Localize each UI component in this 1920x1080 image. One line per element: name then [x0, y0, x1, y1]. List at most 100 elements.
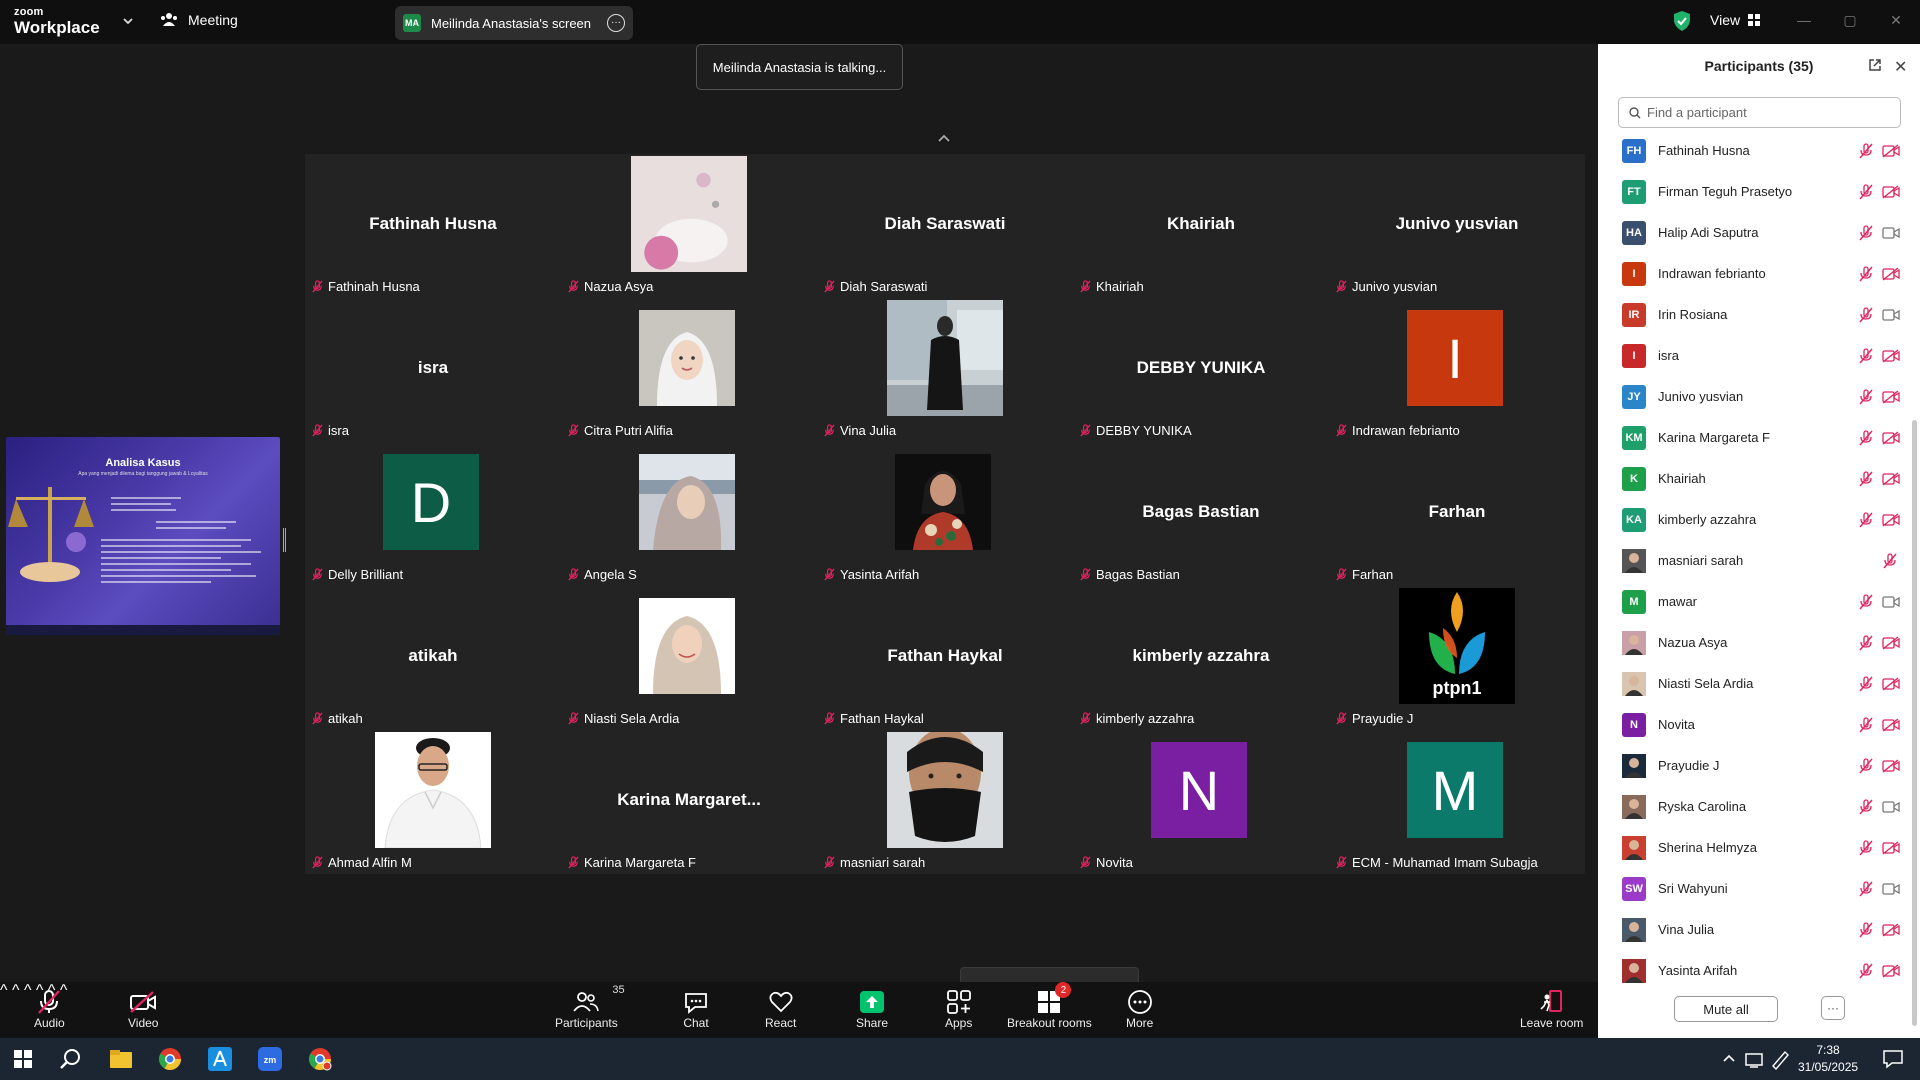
camera-icon[interactable]	[1882, 595, 1900, 609]
popout-icon[interactable]	[1868, 58, 1882, 72]
mic-muted-icon[interactable]	[1858, 798, 1874, 815]
camera-off-icon[interactable]	[1882, 389, 1900, 404]
mic-muted-icon[interactable]	[1858, 265, 1874, 282]
network-icon[interactable]	[1741, 1046, 1767, 1072]
mic-muted-icon[interactable]	[1858, 921, 1874, 938]
participant-row[interactable]: Nazua Asya	[1598, 622, 1912, 663]
participant-tile[interactable]: Junivo yusvian Junivo yusvian	[1329, 154, 1585, 298]
participant-tile[interactable]: Nazua Asya	[561, 154, 817, 298]
participant-tile[interactable]: Karina Margaret... Karina Margareta F	[561, 730, 817, 874]
apps-button[interactable]: Apps	[945, 988, 972, 1030]
participant-row[interactable]: Niasti Sela Ardia	[1598, 663, 1912, 704]
screen-share-indicator[interactable]: MA Meilinda Anastasia's screen ···	[395, 6, 633, 40]
participant-tile[interactable]: Diah Saraswati Diah Saraswati	[817, 154, 1073, 298]
mic-muted-icon[interactable]	[1858, 224, 1874, 241]
participant-tile[interactable]: Bagas Bastian Bagas Bastian	[1073, 442, 1329, 586]
camera-off-icon[interactable]	[1882, 840, 1900, 855]
mic-muted-icon[interactable]	[1858, 593, 1874, 610]
participant-tile[interactable]: Ahmad Alfin M	[305, 730, 561, 874]
search-input[interactable]	[1647, 105, 1887, 120]
audio-options-caret[interactable]: ^	[0, 982, 8, 999]
participant-row[interactable]: I Indrawan febrianto	[1598, 253, 1912, 294]
search-taskbar-icon[interactable]	[58, 1046, 84, 1072]
pen-icon[interactable]	[1767, 1046, 1793, 1072]
participant-tile[interactable]: Khairiah Khairiah	[1073, 154, 1329, 298]
chrome-active-icon[interactable]	[307, 1046, 333, 1072]
participant-row[interactable]: FT Firman Teguh Prasetyo	[1598, 171, 1912, 212]
participant-search[interactable]	[1618, 97, 1901, 128]
participant-row[interactable]: Sherina Helmyza	[1598, 827, 1912, 868]
meeting-button[interactable]: Meeting	[160, 12, 238, 28]
taskbar-clock[interactable]: 7:38 31/05/2025	[1798, 1042, 1858, 1076]
file-explorer-icon[interactable]	[108, 1046, 134, 1072]
participant-row[interactable]: K Khairiah	[1598, 458, 1912, 499]
leave-room-button[interactable]: Leave room	[1520, 988, 1583, 1030]
minimize-icon[interactable]: —	[1796, 12, 1812, 28]
tray-chevron-icon[interactable]	[1716, 1046, 1742, 1072]
camera-icon[interactable]	[1882, 308, 1900, 322]
participant-tile[interactable]: Fathan Haykal Fathan Haykal	[817, 586, 1073, 730]
mic-muted-icon[interactable]	[1858, 757, 1874, 774]
participant-row[interactable]: Vina Julia	[1598, 909, 1912, 950]
participant-tile[interactable]: Angela S	[561, 442, 817, 586]
close-panel-icon[interactable]: ✕	[1894, 57, 1907, 77]
shield-check-icon[interactable]	[1672, 10, 1692, 32]
participant-tile[interactable]: Yasinta Arifah	[817, 442, 1073, 586]
participants-button[interactable]: 35 Participants	[555, 984, 625, 1030]
participant-tile[interactable]: masniari sarah	[817, 728, 1073, 874]
camera-icon[interactable]	[1882, 882, 1900, 896]
close-window-icon[interactable]: ✕	[1888, 12, 1904, 28]
panel-more-button[interactable]: ···	[1821, 996, 1845, 1020]
chrome-icon[interactable]	[157, 1046, 183, 1072]
participant-tile[interactable]: M ECM - Muhamad Imam Subagja	[1329, 730, 1585, 874]
participant-tile[interactable]: Citra Putri Alifia	[561, 298, 817, 442]
participant-row[interactable]: Yasinta Arifah	[1598, 950, 1912, 991]
participant-tile[interactable]: ptpn1 Prayudie J	[1329, 586, 1585, 730]
mute-all-button[interactable]: Mute all	[1674, 996, 1778, 1022]
participant-row[interactable]: Prayudie J	[1598, 745, 1912, 786]
camera-icon[interactable]	[1882, 800, 1900, 814]
share-button[interactable]: Share	[856, 988, 888, 1030]
camera-off-icon[interactable]	[1882, 512, 1900, 527]
participant-row[interactable]: HA Halip Adi Saputra	[1598, 212, 1912, 253]
mic-muted-icon[interactable]	[1858, 347, 1874, 364]
camera-off-icon[interactable]	[1882, 143, 1900, 158]
camera-icon[interactable]	[1882, 226, 1900, 240]
participant-row[interactable]: Ryska Carolina	[1598, 786, 1912, 827]
camera-off-icon[interactable]	[1882, 430, 1900, 445]
mic-muted-icon[interactable]	[1858, 511, 1874, 528]
participant-tile[interactable]: Fathinah Husna Fathinah Husna	[305, 154, 561, 298]
participant-tile[interactable]: isra isra	[305, 298, 561, 442]
react-button[interactable]: React	[765, 988, 796, 1030]
camera-off-icon[interactable]	[1882, 676, 1900, 691]
participant-list-scrollbar[interactable]	[1912, 420, 1917, 1026]
camera-off-icon[interactable]	[1882, 717, 1900, 732]
view-button[interactable]: View	[1710, 12, 1761, 28]
mic-muted-icon[interactable]	[1858, 880, 1874, 897]
participant-tile[interactable]: Farhan Farhan	[1329, 442, 1585, 586]
chevron-up-icon[interactable]	[936, 130, 952, 146]
participant-tile[interactable]: kimberly azzahra kimberly azzahra	[1073, 586, 1329, 730]
chat-options-caret[interactable]: ^	[24, 982, 32, 999]
video-button[interactable]: Video	[128, 988, 158, 1030]
mic-muted-icon[interactable]	[1858, 675, 1874, 692]
video-options-caret[interactable]: ^	[12, 982, 20, 999]
mic-muted-icon[interactable]	[1858, 429, 1874, 446]
participant-tile[interactable]: Vina Julia	[817, 298, 1073, 442]
mic-muted-icon[interactable]	[1858, 716, 1874, 733]
participant-tile[interactable]: D Delly Brilliant	[305, 442, 561, 586]
resize-handle[interactable]	[283, 528, 286, 552]
mic-muted-icon[interactable]	[1858, 142, 1874, 159]
camera-off-icon[interactable]	[1882, 266, 1900, 281]
mic-muted-icon[interactable]	[1858, 183, 1874, 200]
more-button[interactable]: More	[1126, 988, 1153, 1030]
participant-tile[interactable]: Niasti Sela Ardia	[561, 586, 817, 730]
camera-off-icon[interactable]	[1882, 758, 1900, 773]
participant-row[interactable]: FH Fathinah Husna	[1598, 130, 1912, 171]
audio-button[interactable]: Audio	[34, 988, 65, 1030]
participant-tile[interactable]: I Indrawan febrianto	[1329, 298, 1585, 442]
camera-off-icon[interactable]	[1882, 922, 1900, 937]
participant-tile[interactable]: N Novita	[1073, 730, 1329, 874]
chevron-down-icon[interactable]	[121, 14, 135, 28]
breakout-rooms-button[interactable]: 2 Breakout rooms	[1007, 982, 1092, 1030]
